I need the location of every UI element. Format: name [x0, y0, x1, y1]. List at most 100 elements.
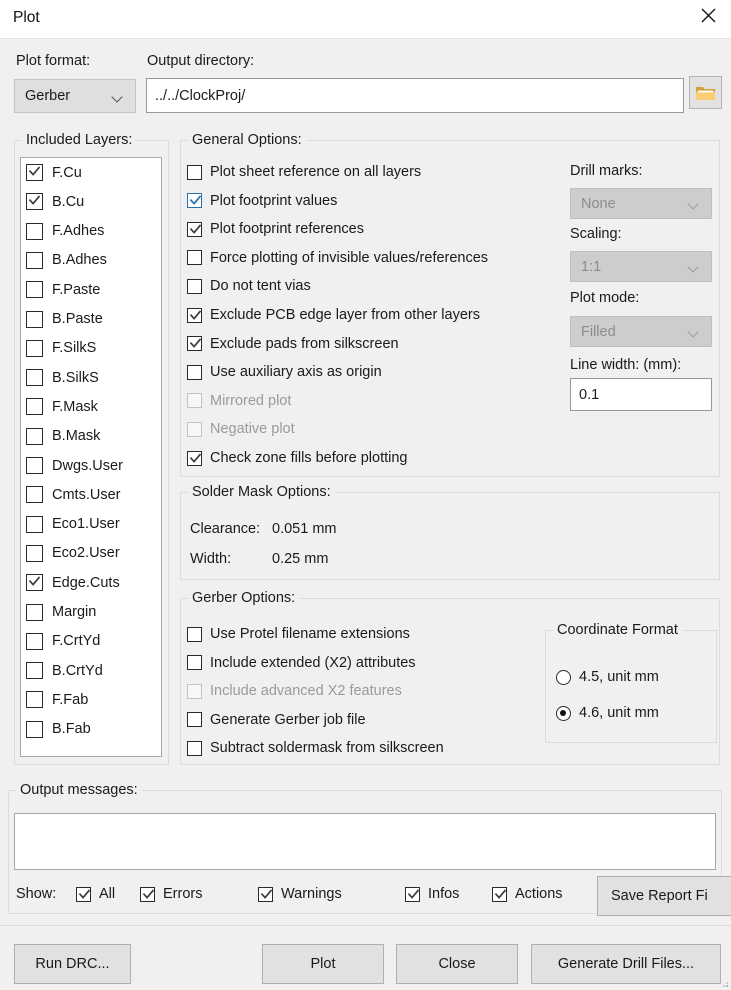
plot-format-select[interactable]: Gerber	[14, 79, 136, 113]
close-button[interactable]: Close	[396, 944, 518, 984]
checkbox-box[interactable]	[187, 278, 202, 294]
layer-item-b-paste[interactable]: B.Paste	[26, 310, 103, 328]
checkbox-box[interactable]	[187, 193, 202, 209]
output-directory-input[interactable]: ../../ClockProj/	[146, 78, 684, 113]
checkbox-box[interactable]	[26, 193, 43, 211]
checkbox-box[interactable]	[26, 486, 43, 504]
general-option-9[interactable]: Negative plot	[187, 421, 295, 437]
checkbox-box[interactable]	[492, 886, 507, 902]
checkbox-box[interactable]	[187, 450, 202, 466]
checkbox-box[interactable]	[187, 307, 202, 323]
checkbox-box[interactable]	[26, 339, 43, 357]
output-messages-textarea[interactable]	[14, 813, 716, 870]
checkbox-box[interactable]	[187, 683, 202, 699]
drill-marks-select[interactable]: None	[570, 188, 712, 219]
checkbox-box[interactable]	[26, 603, 43, 621]
checkbox-box[interactable]	[26, 398, 43, 416]
browse-output-directory-button[interactable]	[689, 76, 722, 109]
layer-item-b-cu[interactable]: B.Cu	[26, 193, 84, 211]
checkbox-box[interactable]	[26, 310, 43, 328]
resize-grip[interactable]	[719, 978, 729, 988]
scaling-select[interactable]: 1:1	[570, 251, 712, 282]
general-option-0[interactable]: Plot sheet reference on all layers	[187, 164, 421, 180]
checkbox-box[interactable]	[26, 427, 43, 445]
checkbox-box[interactable]	[187, 364, 202, 380]
checkbox-box[interactable]	[26, 691, 43, 709]
layer-item-edge-cuts[interactable]: Edge.Cuts	[26, 574, 120, 592]
general-option-8[interactable]: Mirrored plot	[187, 393, 291, 409]
checkbox-box[interactable]	[26, 457, 43, 474]
layer-item-b-silks[interactable]: B.SilkS	[26, 369, 99, 387]
checkbox-box[interactable]	[140, 886, 155, 902]
checkbox-box[interactable]	[187, 164, 202, 180]
checkbox-box[interactable]	[26, 164, 43, 181]
coordinate-format-radio-1[interactable]: 4.6, unit mm	[556, 705, 659, 721]
layer-item-b-adhes[interactable]: B.Adhes	[26, 251, 107, 269]
checkbox-box[interactable]	[26, 720, 43, 738]
layer-item-b-fab[interactable]: B.Fab	[26, 720, 91, 738]
checkbox-box[interactable]	[26, 574, 43, 592]
general-option-3[interactable]: Force plotting of invisible values/refer…	[187, 250, 488, 266]
line-width-input[interactable]: 0.1	[570, 378, 712, 411]
checkbox-box[interactable]	[187, 221, 202, 237]
checkbox-box[interactable]	[26, 632, 43, 650]
close-icon[interactable]	[685, 0, 731, 31]
coordinate-format-radio-0[interactable]: 4.5, unit mm	[556, 669, 659, 685]
checkbox-box[interactable]	[187, 421, 202, 437]
save-report-file-button[interactable]: Save Report Fi	[597, 876, 731, 916]
gerber-option-3[interactable]: Generate Gerber job file	[187, 712, 366, 728]
checkbox-box[interactable]	[187, 740, 202, 756]
run-drc-button[interactable]: Run DRC...	[14, 944, 131, 984]
show-filter-actions[interactable]: Actions	[492, 886, 563, 902]
layer-item-dwgs-user[interactable]: Dwgs.User	[26, 457, 123, 474]
layer-item-b-crtyd[interactable]: B.CrtYd	[26, 662, 103, 680]
layer-item-eco2-user[interactable]: Eco2.User	[26, 544, 120, 562]
layer-item-f-silks[interactable]: F.SilkS	[26, 339, 96, 357]
layer-item-eco1-user[interactable]: Eco1.User	[26, 515, 120, 533]
layer-item-margin[interactable]: Margin	[26, 603, 96, 621]
checkbox-box[interactable]	[26, 281, 43, 299]
general-option-4[interactable]: Do not tent vias	[187, 278, 311, 294]
gerber-option-2[interactable]: Include advanced X2 features	[187, 683, 402, 699]
checkbox-box[interactable]	[26, 251, 43, 269]
layer-item-f-fab[interactable]: F.Fab	[26, 691, 88, 709]
gerber-option-1[interactable]: Include extended (X2) attributes	[187, 655, 416, 671]
general-option-2[interactable]: Plot footprint references	[187, 221, 364, 237]
layer-item-f-cu[interactable]: F.Cu	[26, 164, 82, 181]
checkbox-box[interactable]	[258, 886, 273, 902]
checkbox-box[interactable]	[26, 515, 43, 533]
checkbox-box[interactable]	[26, 544, 43, 562]
layer-item-cmts-user[interactable]: Cmts.User	[26, 486, 120, 504]
general-option-10[interactable]: Check zone fills before plotting	[187, 450, 407, 466]
checkbox-box[interactable]	[26, 222, 43, 240]
layer-item-f-paste[interactable]: F.Paste	[26, 281, 100, 299]
checkbox-box[interactable]	[76, 886, 91, 902]
radio-button[interactable]	[556, 705, 571, 721]
gerber-option-4[interactable]: Subtract soldermask from silkscreen	[187, 740, 444, 756]
general-option-5[interactable]: Exclude PCB edge layer from other layers	[187, 307, 480, 323]
checkbox-box[interactable]	[187, 626, 202, 642]
layer-item-f-adhes[interactable]: F.Adhes	[26, 222, 104, 240]
checkbox-box[interactable]	[187, 393, 202, 409]
radio-button[interactable]	[556, 669, 571, 685]
checkbox-box[interactable]	[187, 250, 202, 266]
included-layers-list[interactable]: F.Cu B.Cu F.Adhes B.Adhes F.Paste B.Paste F.Si…	[20, 157, 162, 757]
layer-item-f-mask[interactable]: F.Mask	[26, 398, 98, 416]
checkbox-box[interactable]	[405, 886, 420, 902]
layer-item-b-mask[interactable]: B.Mask	[26, 427, 100, 445]
checkbox-box[interactable]	[26, 662, 43, 680]
general-option-6[interactable]: Exclude pads from silkscreen	[187, 336, 399, 352]
show-filter-all[interactable]: All	[76, 886, 115, 902]
show-filter-infos[interactable]: Infos	[405, 886, 459, 902]
general-option-1[interactable]: Plot footprint values	[187, 193, 337, 209]
show-filter-errors[interactable]: Errors	[140, 886, 202, 902]
checkbox-box[interactable]	[26, 369, 43, 387]
checkbox-box[interactable]	[187, 336, 202, 352]
checkbox-box[interactable]	[187, 655, 202, 671]
generate-drill-files-button[interactable]: Generate Drill Files...	[531, 944, 721, 984]
gerber-option-0[interactable]: Use Protel filename extensions	[187, 626, 410, 642]
general-option-7[interactable]: Use auxiliary axis as origin	[187, 364, 382, 380]
checkbox-box[interactable]	[187, 712, 202, 728]
layer-item-f-crtyd[interactable]: F.CrtYd	[26, 632, 100, 650]
plot-button[interactable]: Plot	[262, 944, 384, 984]
